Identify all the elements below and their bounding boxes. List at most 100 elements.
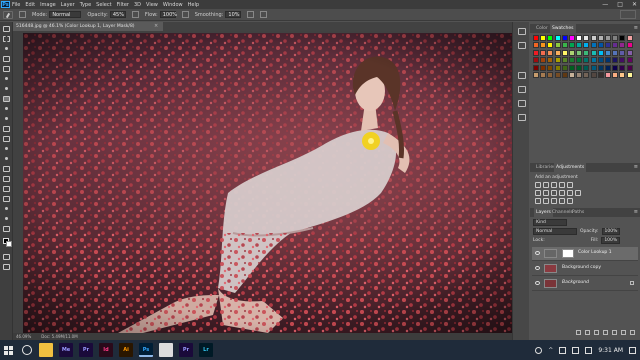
marquee-tool-icon[interactable] (3, 36, 10, 42)
crop-tool-icon[interactable] (3, 66, 10, 72)
gradient-map-icon[interactable] (559, 198, 565, 204)
color-swatch[interactable] (576, 57, 583, 64)
add-mask-icon[interactable] (594, 330, 599, 335)
color-swatch[interactable] (626, 57, 633, 64)
maximize-button[interactable]: □ (617, 0, 623, 9)
brush-preset-icon[interactable] (3, 10, 13, 19)
color-swatch[interactable] (561, 42, 568, 49)
filter-kind-select[interactable]: Kind (533, 219, 567, 226)
color-swatch[interactable] (626, 49, 633, 56)
illustrator-taskbar-icon[interactable]: Ai (119, 343, 133, 357)
levels-icon[interactable] (543, 182, 549, 188)
color-swatch[interactable] (533, 72, 539, 78)
layer-item[interactable]: Color Lookup 1 (532, 247, 638, 261)
menu-file[interactable]: File (12, 2, 20, 8)
adobe-media-encoder-taskbar-icon[interactable]: Me (59, 343, 73, 357)
menu-window[interactable]: Window (163, 2, 183, 8)
color-swatch[interactable] (554, 64, 561, 71)
search-icon[interactable] (22, 345, 32, 355)
color-swatch[interactable] (605, 64, 611, 71)
notification-icon[interactable] (629, 346, 636, 354)
layer-item[interactable]: Background copy (532, 262, 638, 276)
color-swatch[interactable] (561, 64, 568, 71)
selective-color-icon[interactable] (567, 198, 573, 204)
color-swatch[interactable] (597, 57, 604, 64)
hue-saturation-icon[interactable] (535, 190, 541, 196)
clock[interactable]: 9:31 AM (598, 347, 623, 354)
eraser-tool-icon[interactable] (3, 126, 10, 132)
menu-image[interactable]: Image (40, 2, 56, 8)
properties-panel-icon[interactable] (518, 42, 526, 49)
network-icon[interactable] (559, 346, 567, 354)
color-swatch[interactable] (569, 72, 575, 78)
menu-layer[interactable]: Layer (61, 2, 75, 8)
color-swatch[interactable] (540, 35, 547, 41)
color-swatch[interactable] (533, 35, 539, 41)
menu-3d[interactable]: 3D (134, 2, 141, 8)
brush-tool-icon[interactable] (3, 96, 10, 102)
color-swatch[interactable] (626, 64, 633, 71)
color-swatch[interactable] (561, 72, 568, 78)
color-swatch[interactable] (612, 49, 619, 56)
color-swatch[interactable] (619, 42, 626, 49)
color-swatch[interactable] (619, 49, 626, 56)
color-swatch[interactable] (547, 72, 554, 78)
menu-type[interactable]: Type (80, 2, 91, 8)
person-icon[interactable] (535, 346, 543, 354)
tab-swatches[interactable]: Swatches (550, 24, 576, 33)
color-swatch[interactable] (576, 72, 583, 78)
menu-filter[interactable]: Filter (117, 2, 129, 8)
mode-select[interactable]: Normal (49, 11, 82, 18)
color-swatch[interactable] (619, 64, 626, 71)
new-adjustment-icon[interactable] (603, 330, 608, 335)
color-swatch[interactable] (569, 64, 575, 71)
color-swatch[interactable] (576, 49, 583, 56)
color-swatch[interactable] (605, 49, 611, 56)
character-panel-icon[interactable] (518, 72, 526, 79)
tab-color[interactable]: Color (534, 24, 550, 33)
screen-mode-icon[interactable] (3, 264, 10, 270)
pen-tool-icon[interactable] (3, 166, 10, 172)
color-swatch[interactable] (605, 57, 611, 64)
flow-field[interactable]: 100% (159, 11, 177, 18)
color-swatch[interactable] (626, 72, 633, 78)
zoom-level[interactable]: 46.09% (16, 334, 31, 339)
color-swatch[interactable] (561, 57, 568, 64)
brush-size-picker[interactable] (19, 11, 26, 18)
color-swatch[interactable] (547, 64, 554, 71)
smoothing-field[interactable]: 10% (225, 11, 242, 18)
vibrance-icon[interactable] (567, 182, 573, 188)
color-swatch[interactable] (612, 64, 619, 71)
color-swatch[interactable] (597, 64, 604, 71)
color-swatch[interactable] (547, 42, 554, 49)
color-swatch[interactable] (619, 57, 626, 64)
fill-field[interactable]: 100% (601, 237, 621, 244)
lasso-tool-icon[interactable] (3, 46, 10, 52)
menu-help[interactable]: Help (188, 2, 199, 8)
eye-icon[interactable] (535, 266, 540, 270)
color-swatch[interactable] (554, 72, 561, 78)
premiere-alt-taskbar-icon[interactable]: Pr (179, 343, 193, 357)
curves-icon[interactable] (551, 182, 557, 188)
color-balance-icon[interactable] (543, 190, 549, 196)
invert-icon[interactable] (535, 198, 541, 204)
tab-adjustments[interactable]: Adjustments (554, 163, 587, 172)
close-button[interactable]: ✕ (632, 0, 637, 9)
color-swatch[interactable] (605, 35, 611, 41)
layer-name[interactable]: Color Lookup 1 (578, 250, 612, 255)
tab-paths[interactable]: Paths (570, 208, 586, 217)
layer-item[interactable]: Background (532, 277, 638, 291)
paragraph-panel-icon[interactable] (518, 86, 526, 93)
eye-icon[interactable] (535, 281, 540, 285)
edit-toolbar-icon[interactable] (3, 226, 10, 232)
color-swatch[interactable] (576, 35, 583, 41)
history-panel-icon[interactable] (518, 28, 526, 35)
fx-icon[interactable] (585, 330, 590, 335)
premiere-taskbar-icon[interactable]: Pr (79, 343, 93, 357)
photoshop-taskbar-icon[interactable]: Ps (139, 343, 153, 357)
color-swatch[interactable] (612, 57, 619, 64)
color-swatch[interactable] (605, 42, 611, 49)
color-swatch[interactable] (533, 49, 539, 56)
quick-mask-icon[interactable] (3, 254, 10, 260)
lightroom-taskbar-icon[interactable]: Lr (199, 343, 213, 357)
